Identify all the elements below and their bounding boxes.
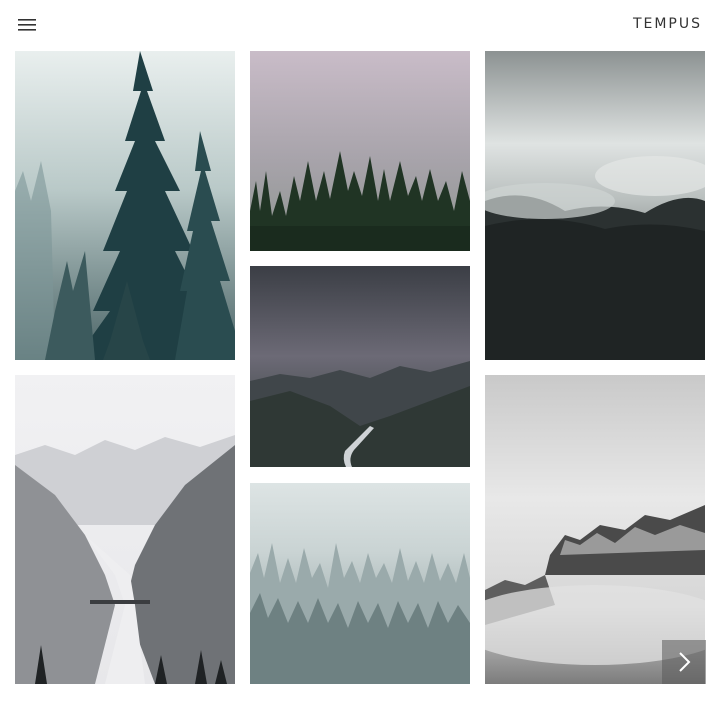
brand-logo[interactable]: TEMPUS [633,16,702,32]
next-button[interactable] [662,640,706,684]
photo-stormy-valley-road[interactable] [250,266,470,467]
photo-snow-covered-forest[interactable] [250,483,470,684]
photo-snowy-peak-in-clouds[interactable] [485,375,705,684]
chevron-right-icon [662,640,706,684]
photo-foggy-treeline[interactable] [250,51,470,251]
top-bar: TEMPUS [0,0,720,50]
photo-misty-pine-forest[interactable] [15,51,235,360]
photo-clouded-mountain-forest[interactable] [485,51,705,360]
menu-button[interactable] [16,15,38,35]
hamburger-icon [16,15,38,35]
photo-snowy-mountain-valley[interactable] [15,375,235,684]
